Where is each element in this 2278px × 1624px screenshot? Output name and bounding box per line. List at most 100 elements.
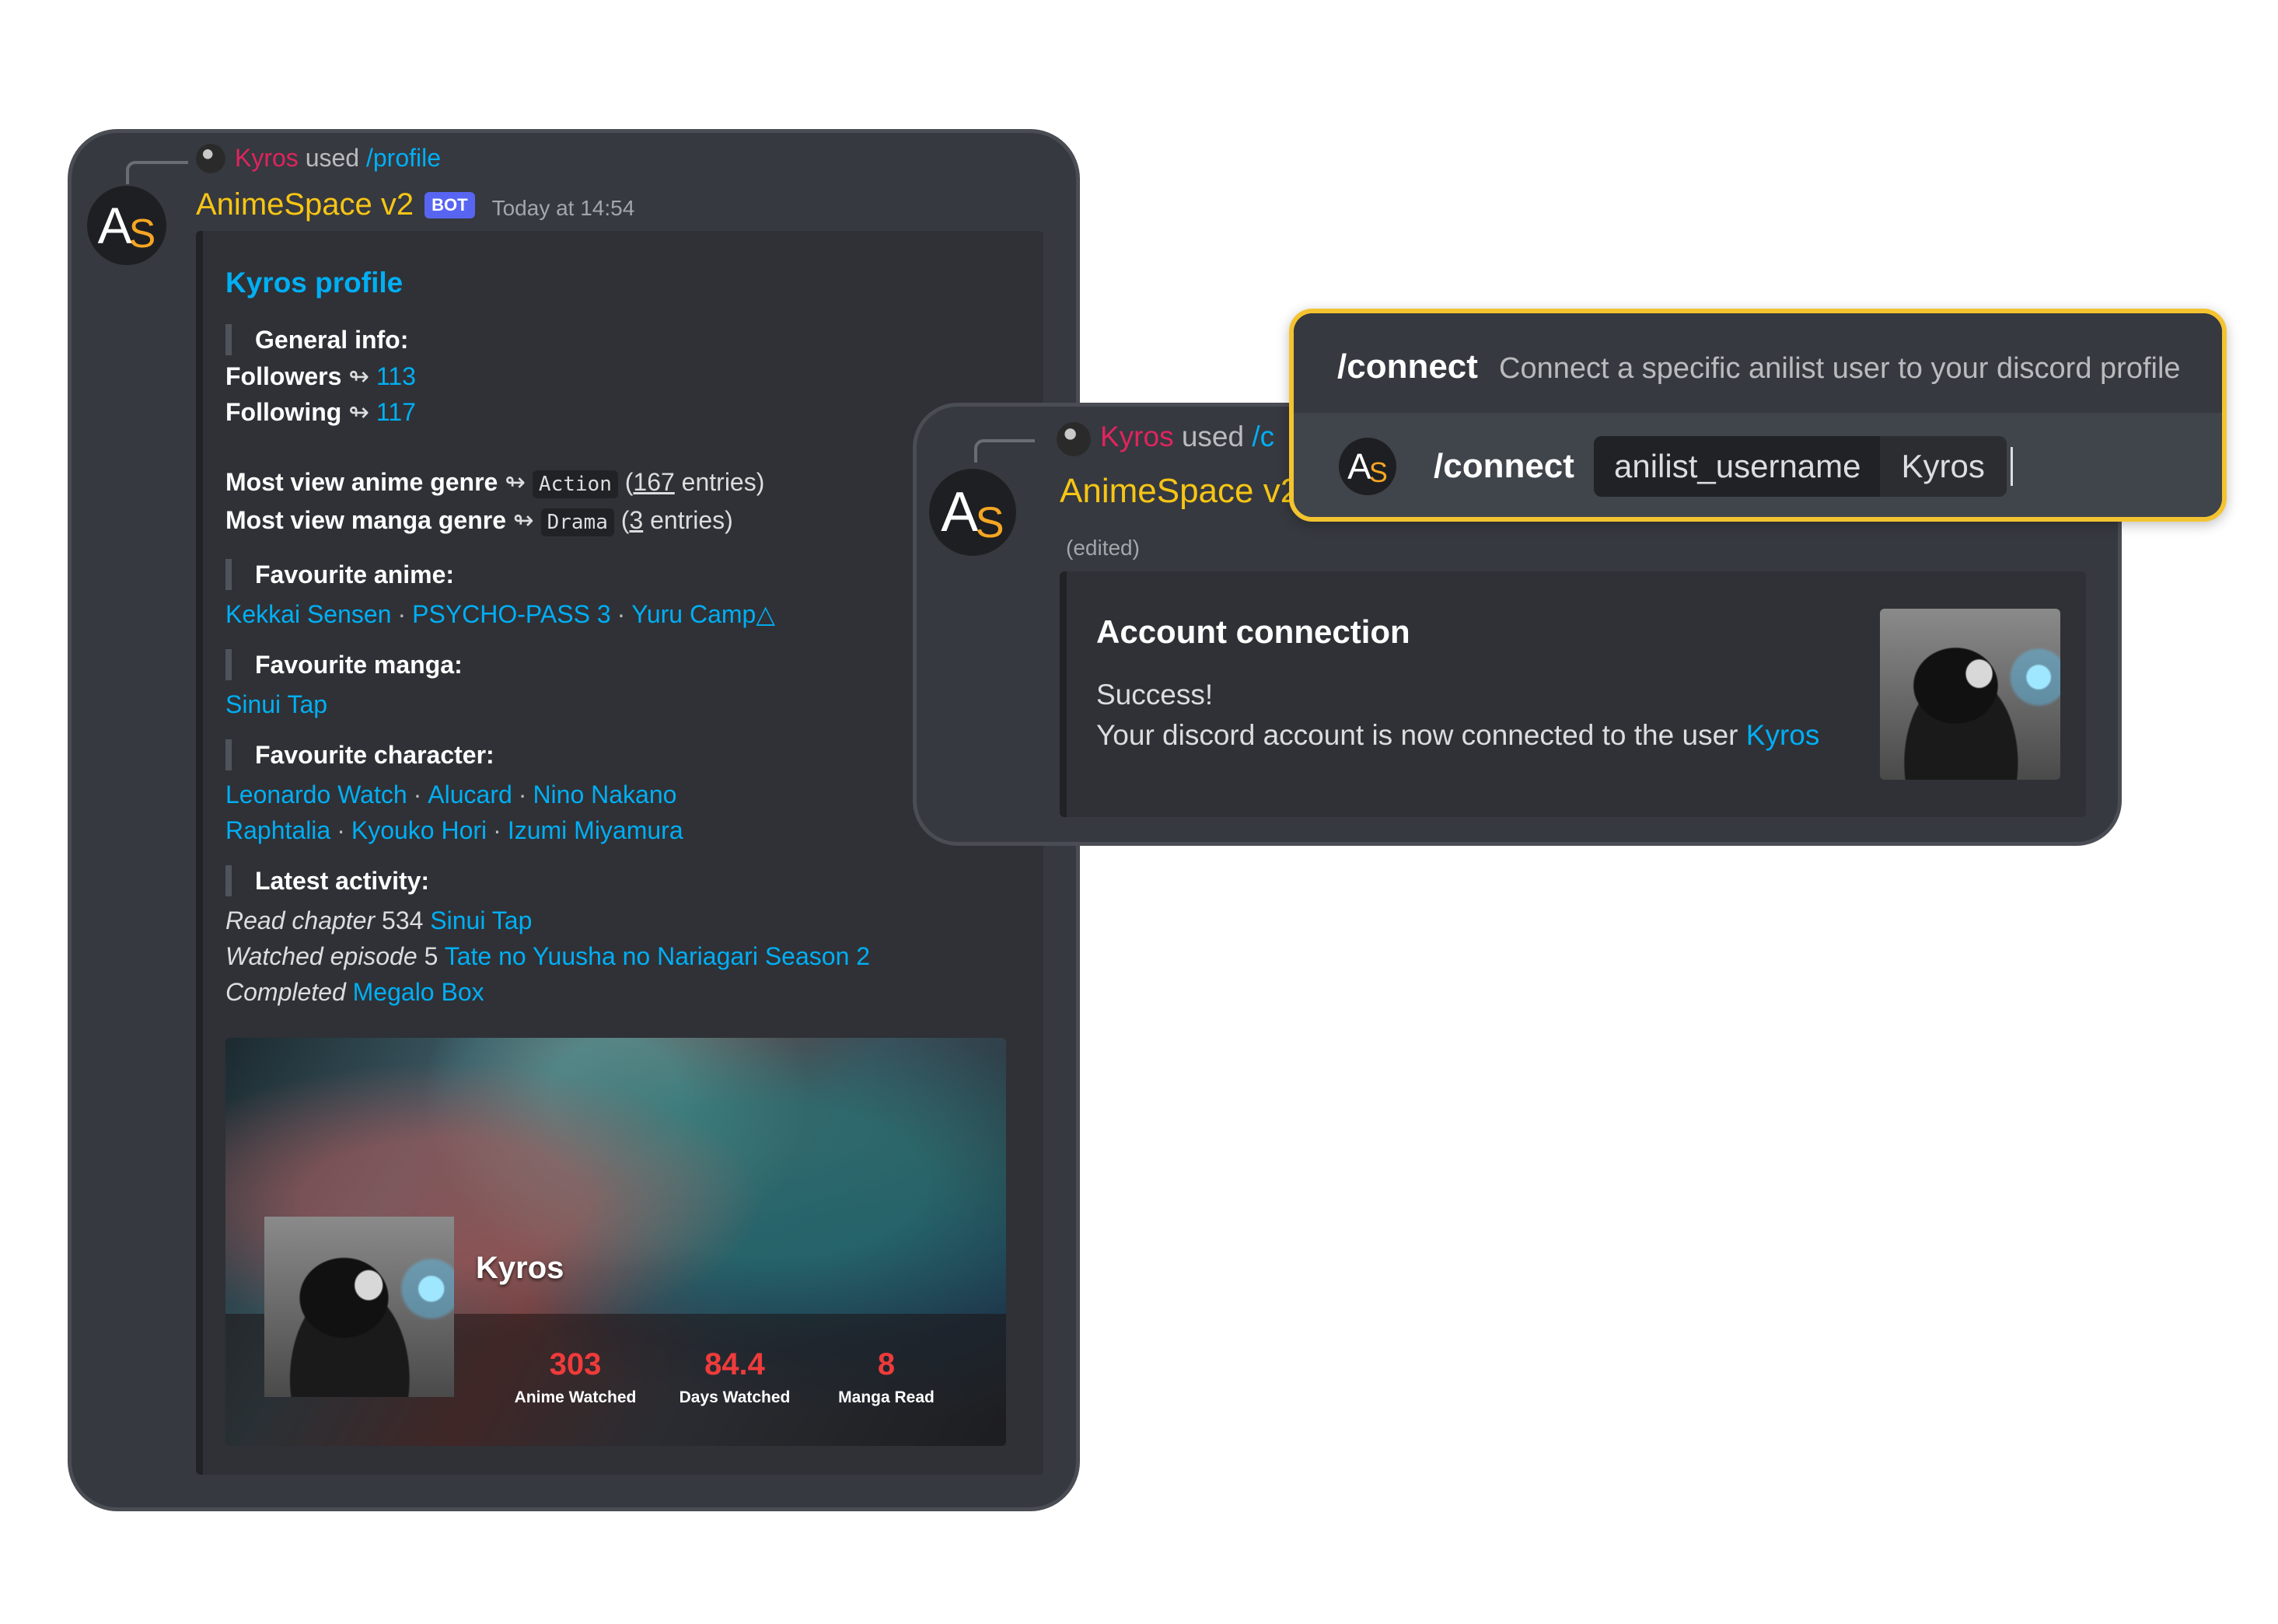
following-row: Following ↬ 117 [225, 394, 416, 430]
character-item[interactable]: Alucard [428, 781, 512, 809]
reply-connector [974, 439, 1035, 463]
reply-command[interactable]: /c [1252, 421, 1274, 452]
paren: ( [624, 468, 634, 496]
reply-command[interactable]: /profile [366, 144, 441, 172]
separator: · [493, 816, 501, 844]
bot-avatar[interactable]: AS [87, 186, 166, 265]
followers-count[interactable]: 113 [376, 362, 416, 390]
option-name: anilist_username [1614, 448, 1861, 484]
following-label: Following [225, 398, 342, 426]
input-command: /connect [1434, 447, 1574, 485]
latest-activity-heading: Latest activity: [225, 865, 429, 896]
entries-text: entries) [650, 506, 733, 534]
embed-title: Account connection [1096, 613, 1410, 650]
arrow-icon: ↬ [505, 468, 526, 496]
avatar-letter-s: S [1368, 456, 1388, 488]
activity-verb: Completed [225, 978, 346, 1006]
reply-connector [126, 161, 188, 184]
activity-item: Read chapter 534 Sinui Tap [225, 903, 532, 938]
separator: · [397, 600, 407, 628]
stat-label: Manga Read [838, 1388, 935, 1406]
character-item[interactable]: Izumi Miyamura [508, 816, 683, 844]
connect-embed: Account connection Success! Your discord… [1060, 571, 2086, 817]
favourite-anime-list: Kekkai Sensen · PSYCHO-PASS 3 · Yuru Camp△ [225, 596, 775, 632]
arrow-icon: ↬ [348, 398, 369, 426]
paren: ( [620, 506, 630, 534]
genre-prefix: Most view [225, 468, 344, 496]
banner-username: Kyros [476, 1251, 564, 1285]
favourite-anime-item[interactable]: PSYCHO-PASS 3 [412, 600, 610, 628]
character-item[interactable]: Raphtalia [225, 816, 330, 844]
command-description: Connect a specific anilist user to your … [1499, 352, 2181, 385]
character-item[interactable]: Leonardo Watch [225, 781, 407, 809]
entries-text: entries) [681, 468, 765, 496]
activity-title[interactable]: Sinui Tap [430, 906, 532, 934]
avatar-letter-a: A [97, 197, 132, 254]
character-item[interactable]: Nino Nakano [533, 781, 676, 809]
stat-label: Days Watched [679, 1388, 791, 1406]
manga-kind-link[interactable]: manga [351, 506, 431, 534]
bot-name[interactable]: AnimeSpace v2 [196, 187, 414, 222]
command-input-bar[interactable]: AS /connect anilist_username Kyros [1294, 413, 2222, 517]
general-info-heading: General info: [225, 324, 408, 355]
activity-title[interactable]: Tate no Yuusha no Nariagari Season 2 [445, 942, 870, 970]
embed-title[interactable]: Kyros profile [225, 267, 403, 299]
profile-avatar-image [264, 1217, 454, 1397]
separator: · [337, 816, 345, 844]
manga-genre-row: Most view manga genre ↬ Drama (3 entries… [225, 502, 733, 538]
bot-badge: BOT [425, 191, 475, 218]
activity-item: Watched episode 5 Tate no Yuusha no Nari… [225, 938, 870, 974]
reply-user-avatar[interactable] [196, 144, 225, 173]
stat-days-watched: 84.4 Days Watched [669, 1347, 801, 1407]
stat-value: 8 [877, 1347, 896, 1381]
manga-genre-code: Drama [540, 508, 614, 536]
activity-verb: Read chapter [225, 906, 376, 934]
favourite-manga-heading: Favourite manga: [225, 649, 463, 680]
favourite-manga-item[interactable]: Sinui Tap [225, 690, 327, 718]
character-item[interactable]: Kyouko Hori [351, 816, 487, 844]
edited-indicator: (edited) [1066, 536, 1140, 560]
favourite-character-heading: Favourite character: [225, 739, 494, 770]
command-suggestion[interactable]: /connect Connect a specific anilist user… [1294, 313, 2222, 413]
bot-avatar[interactable]: AS [929, 469, 1016, 556]
reply-username[interactable]: Kyros [1100, 421, 1174, 452]
stat-value: 84.4 [704, 1347, 765, 1381]
anime-genre-count: 167 [633, 468, 675, 496]
avatar-letter-s: S [975, 497, 1004, 547]
followers-row: Followers ↬ 113 [225, 358, 416, 394]
reply-username[interactable]: Kyros [235, 144, 299, 172]
option-pill[interactable]: anilist_username Kyros [1594, 436, 2007, 497]
anime-genre-code: Action [532, 470, 618, 498]
anime-genre-row: Most view anime genre ↬ Action (167 entr… [225, 464, 764, 500]
avatar-letter-a: A [1347, 446, 1371, 487]
genre-suffix: genre [430, 468, 498, 496]
reply-line: Kyros used /c [1100, 421, 1274, 453]
reply-used: used [305, 144, 360, 172]
reply-user-avatar[interactable] [1057, 422, 1091, 456]
genre-suffix: genre [438, 506, 506, 534]
favourite-characters-row2: Raphtalia · Kyouko Hori · Izumi Miyamura [225, 812, 683, 848]
bot-avatar-small: AS [1339, 438, 1396, 495]
arrow-icon: ↬ [512, 506, 534, 534]
separator: · [617, 600, 626, 628]
bot-name[interactable]: AnimeSpace v2 [1060, 472, 1299, 511]
stat-anime-watched: 303 Anime Watched [513, 1347, 638, 1407]
avatar-letter-a: A [941, 481, 979, 543]
avatar-letter-s: S [128, 211, 156, 257]
stat-value: 303 [549, 1347, 602, 1381]
connected-user-link[interactable]: Kyros [1746, 719, 1820, 751]
activity-title[interactable]: Megalo Box [353, 978, 484, 1006]
favourite-characters-row1: Leonardo Watch · Alucard · Nino Nakano [225, 777, 676, 812]
favourite-anime-item[interactable]: Kekkai Sensen [225, 600, 391, 628]
separator: · [518, 781, 527, 809]
favourite-anime-item[interactable]: Yuru Camp△ [631, 600, 775, 628]
profile-banner-image[interactable]: Kyros 303 Anime Watched 84.4 Days Watche… [225, 1038, 1006, 1446]
message-timestamp: Today at 14:54 [491, 195, 635, 220]
activity-verb: Watched episode [225, 942, 418, 970]
activity-item: Completed Megalo Box [225, 974, 484, 1010]
anime-kind-link[interactable]: anime [351, 468, 423, 496]
command-name: /connect [1337, 348, 1478, 386]
option-value[interactable]: Kyros [1879, 436, 2007, 497]
following-count[interactable]: 117 [376, 398, 416, 426]
text-caret [2011, 447, 2013, 486]
